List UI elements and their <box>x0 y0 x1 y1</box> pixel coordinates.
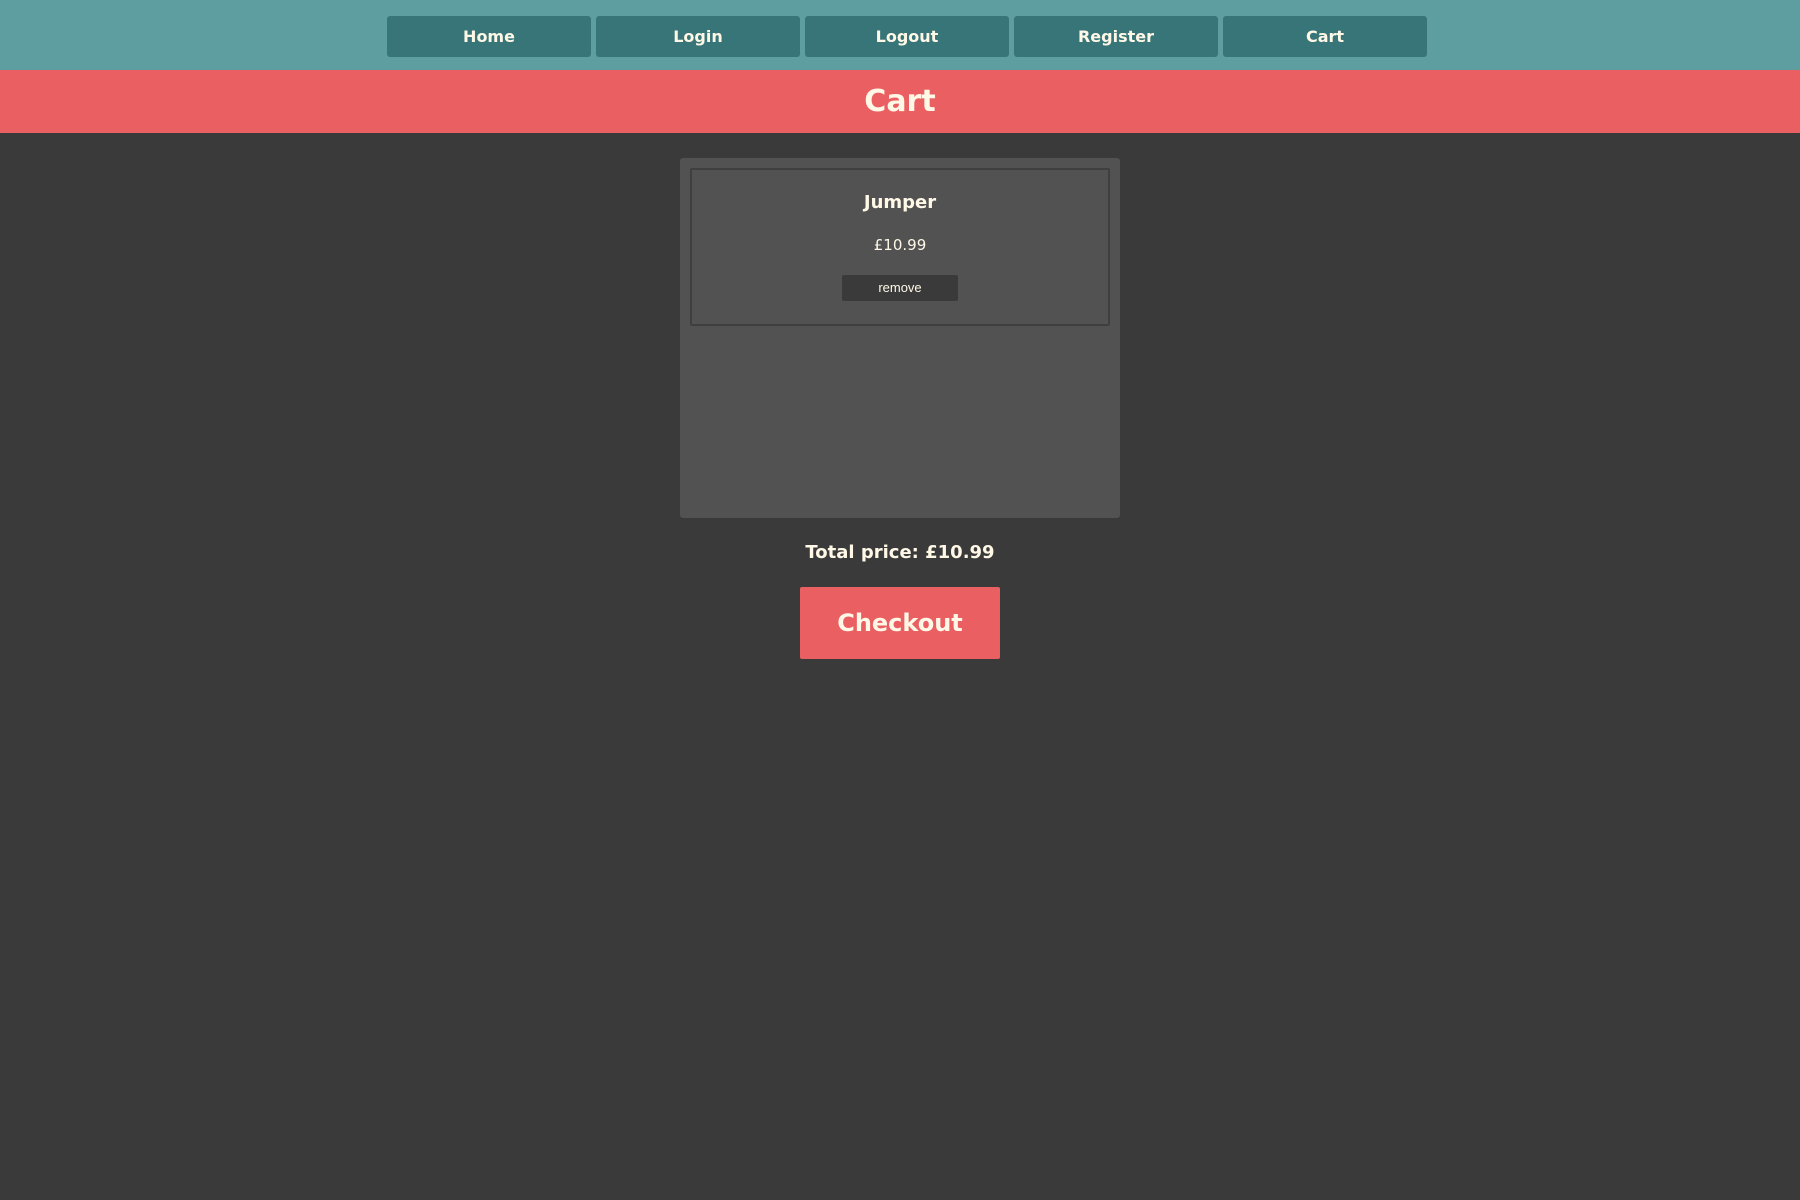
total-price: Total price: £10.99 <box>805 542 995 563</box>
item-name: Jumper <box>863 192 937 213</box>
cart-list-panel: Jumper £10.99 remove <box>680 158 1120 518</box>
nav-logout-button[interactable]: Logout <box>805 16 1009 57</box>
nav-register-button[interactable]: Register <box>1014 16 1218 57</box>
nav-cart-button[interactable]: Cart <box>1223 16 1427 57</box>
item-price: £10.99 <box>873 236 927 254</box>
cart-item: Jumper £10.99 remove <box>690 168 1110 326</box>
nav-home-button[interactable]: Home <box>387 16 591 57</box>
nav-login-button[interactable]: Login <box>596 16 800 57</box>
page-title: Cart <box>0 70 1800 133</box>
checkout-button[interactable]: Checkout <box>800 587 1000 659</box>
top-navigation-bar: Home Login Logout Register Cart <box>0 0 1800 70</box>
remove-item-button[interactable]: remove <box>842 275 958 301</box>
